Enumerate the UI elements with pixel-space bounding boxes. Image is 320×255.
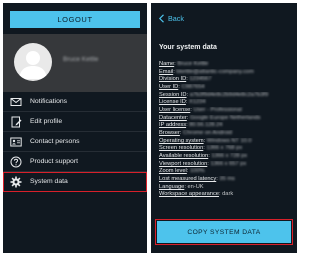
data-key: Email <box>159 68 174 75</box>
data-row: Workspace appearance: dark <box>159 191 293 199</box>
data-value: 35 ms <box>219 176 235 183</box>
data-value: Chrome on Android <box>183 130 233 137</box>
envelope-icon <box>10 98 22 106</box>
data-row: Language: en-UK <box>159 184 293 192</box>
data-row: Browser: Chrome on Android <box>159 130 293 138</box>
data-value: a7b3f9d4e8c2b9d4e8c2a7b3f9 <box>189 91 269 98</box>
back-button[interactable]: Back <box>158 14 184 23</box>
data-row: Lost measured latency: 35 ms <box>159 176 293 184</box>
data-value: C987654 <box>181 84 205 91</box>
data-value: 1234567 <box>189 76 212 83</box>
gear-icon <box>10 176 22 188</box>
help-circle-icon <box>10 156 22 168</box>
menu-item-label: Edit profile <box>30 118 63 125</box>
settings-menu: Notifications Edit profile Contact perso… <box>3 92 147 192</box>
data-value: Bruce Kettle <box>177 61 209 67</box>
data-row: Name: Bruce Kettle <box>159 61 293 69</box>
data-key: Session ID <box>159 91 187 98</box>
data-row: Session ID: a7b3f9d4e8c2b9d4e8c2a7b3f9 <box>159 92 293 100</box>
chevron-left-icon <box>158 14 164 23</box>
data-key: Lost measured latency <box>159 176 217 183</box>
data-key: Language <box>159 183 185 190</box>
data-key: Name <box>159 61 175 67</box>
menu-item-label: Notifications <box>30 98 68 105</box>
data-row: Viewport resolution: 1366 x 657 px <box>159 161 293 169</box>
data-value: Windows NT 10.0 <box>206 137 252 144</box>
data-row: Screen resolution: 1366 x 768 px <box>159 145 293 153</box>
data-key: Browser <box>159 130 180 137</box>
data-key: Workspace appearance <box>159 191 219 198</box>
data-row: Operating system: Windows NT 10.0 <box>159 138 293 146</box>
data-value: 80.56.128.24 <box>189 122 223 129</box>
data-row: Datacenter: Google Europe Netherlands <box>159 115 293 123</box>
menu-item-label: Contact persons <box>30 138 80 145</box>
avatar <box>14 43 52 81</box>
data-key: Operating system <box>159 137 204 144</box>
contact-card-icon <box>10 137 22 147</box>
copy-system-data-button[interactable]: COPY SYSTEM DATA <box>155 219 293 245</box>
data-row: Email: bkettle@atlantic-company.com <box>159 69 293 77</box>
data-value: dark <box>222 191 234 198</box>
data-value: 1366 x 657 px <box>210 160 247 167</box>
data-value: Google Europe Netherlands <box>190 114 261 121</box>
data-value: en-UK <box>187 183 204 190</box>
data-row: IP address: 80.56.128.24 <box>159 122 293 130</box>
data-value: 100% <box>190 168 205 175</box>
data-key: IP address <box>159 122 187 129</box>
data-row: Division ID: 1234567 <box>159 76 293 84</box>
menu-item-label: System data <box>30 178 68 185</box>
menu-item-contact-persons[interactable]: Contact persons <box>3 132 147 152</box>
edit-profile-icon <box>11 116 22 128</box>
data-row: User license: User - Professional <box>159 107 293 115</box>
back-label: Back <box>168 14 184 23</box>
user-silhouette-icon <box>19 51 47 79</box>
data-value: 1366 x 728 px <box>211 153 248 160</box>
profile-header: Bruce Kettle <box>3 34 147 92</box>
data-key: Zoom level <box>159 168 187 175</box>
system-data-list: Name: Bruce Kettle Email: bkettle@atlanti… <box>159 61 293 199</box>
data-row: Available resolution: 1366 x 728 px <box>159 153 293 161</box>
data-key: User license <box>159 107 191 114</box>
data-row: License ID: X1234 <box>159 99 293 107</box>
data-value: User - Professional <box>193 107 242 114</box>
data-key: Available resolution <box>159 153 209 160</box>
data-key: Screen resolution <box>159 145 204 152</box>
menu-item-label: Product support <box>30 158 78 165</box>
data-key: Datacenter <box>159 114 187 121</box>
data-row: User ID: C987654 <box>159 84 293 92</box>
menu-item-product-support[interactable]: Product support <box>3 152 147 172</box>
data-key: Viewport resolution <box>159 160 208 167</box>
menu-item-notifications[interactable]: Notifications <box>3 92 147 112</box>
data-key: User ID <box>159 84 179 91</box>
page-title: Your system data <box>159 44 217 51</box>
settings-menu-panel: LOGOUT Bruce Kettle Notifications Edit p… <box>3 3 147 253</box>
data-row: Zoom level: 100% <box>159 168 293 176</box>
data-key: Division ID <box>159 76 187 83</box>
menu-item-system-data[interactable]: System data <box>3 172 147 192</box>
data-value: 1366 x 768 px <box>206 145 243 152</box>
system-data-panel: Back Your system data Name: Bruce Kettle… <box>151 3 297 253</box>
user-name: Bruce Kettle <box>63 56 99 63</box>
data-key: License ID <box>159 99 186 106</box>
data-value: X1234 <box>189 99 206 106</box>
menu-item-edit-profile[interactable]: Edit profile <box>3 112 147 132</box>
data-value: bkettle@atlantic-company.com <box>176 68 254 75</box>
logout-button[interactable]: LOGOUT <box>10 11 140 28</box>
